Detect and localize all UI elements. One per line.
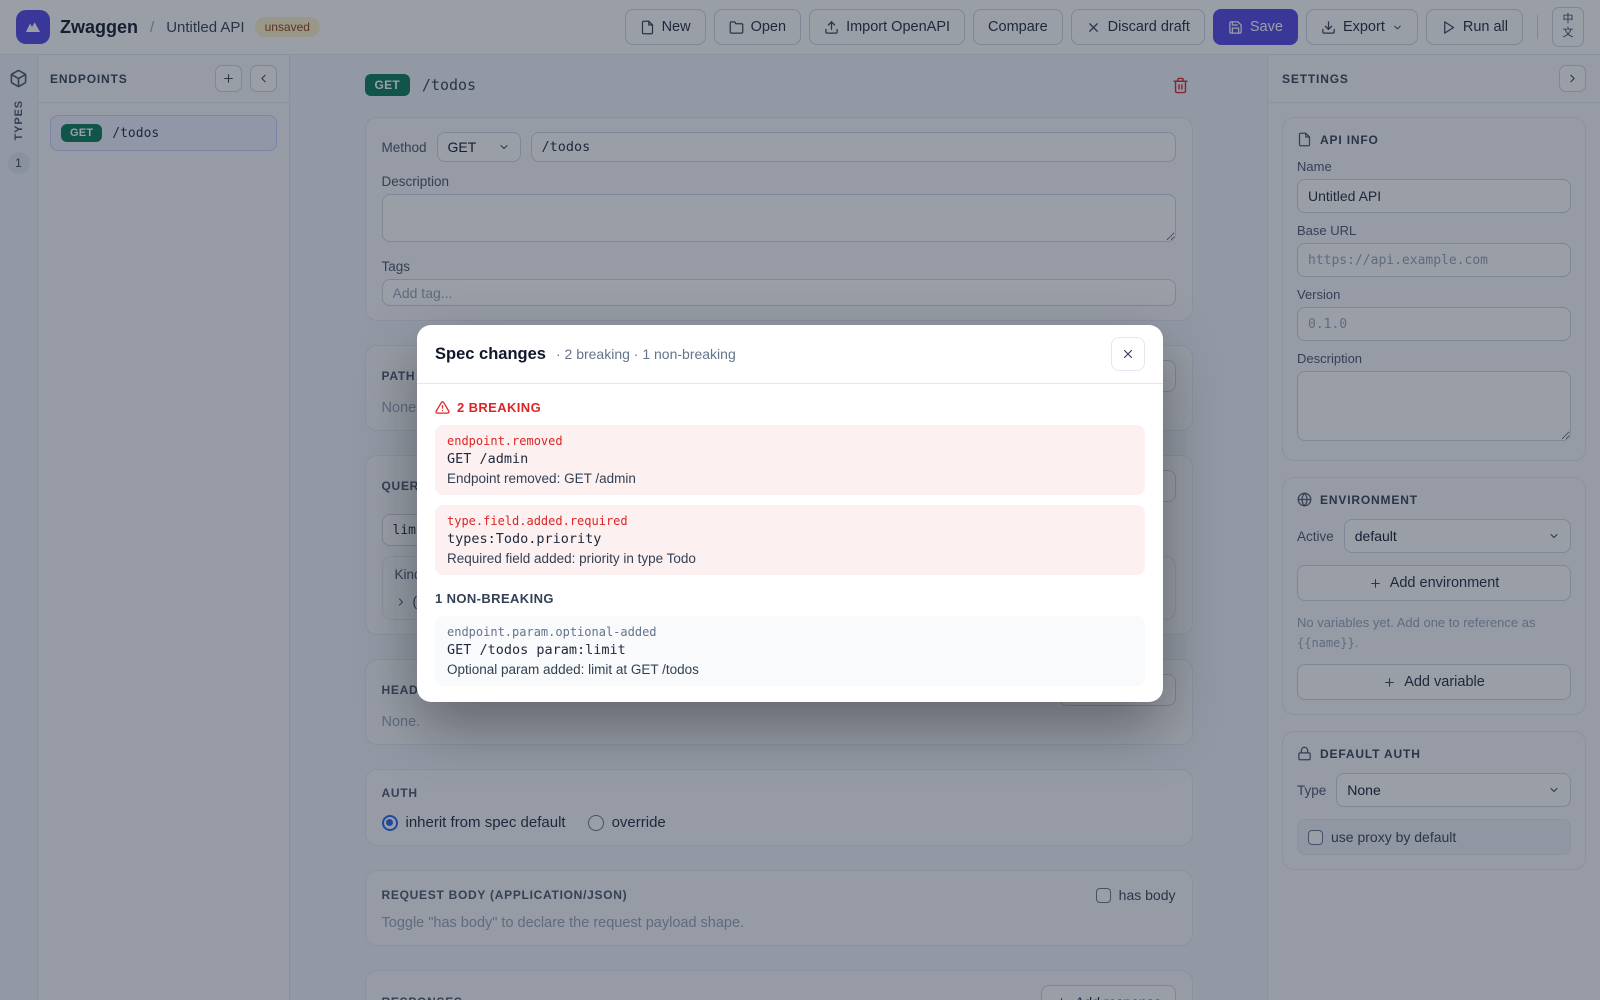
change-item: endpoint.param.optional-added GET /todos… [435,616,1145,686]
change-item: endpoint.removed GET /admin Endpoint rem… [435,425,1145,495]
warning-triangle-icon [435,400,450,415]
change-target: GET /todos param:limit [447,642,1133,659]
change-code: endpoint.removed [447,433,1133,449]
spec-changes-modal: Spec changes · 2 breaking · 1 non-breaki… [417,325,1163,702]
modal-summary: · 2 breaking · 1 non-breaking [556,346,736,362]
change-target: GET /admin [447,451,1133,468]
change-code: type.field.added.required [447,513,1133,529]
modal-title: Spec changes [435,345,546,364]
change-description: Required field added: priority in type T… [447,550,1133,567]
change-description: Endpoint removed: GET /admin [447,470,1133,487]
close-icon [1121,347,1135,361]
change-description: Optional param added: limit at GET /todo… [447,661,1133,678]
breaking-section-header: 2 BREAKING [435,400,1145,415]
change-target: types:Todo.priority [447,531,1133,548]
modal-close-button[interactable] [1111,337,1145,371]
modal-header: Spec changes · 2 breaking · 1 non-breaki… [417,325,1163,384]
modal-body: 2 BREAKING endpoint.removed GET /admin E… [417,384,1163,702]
nonbreaking-section-header: 1 NON-BREAKING [435,591,1145,606]
change-code: endpoint.param.optional-added [447,624,1133,640]
change-item: type.field.added.required types:Todo.pri… [435,505,1145,575]
